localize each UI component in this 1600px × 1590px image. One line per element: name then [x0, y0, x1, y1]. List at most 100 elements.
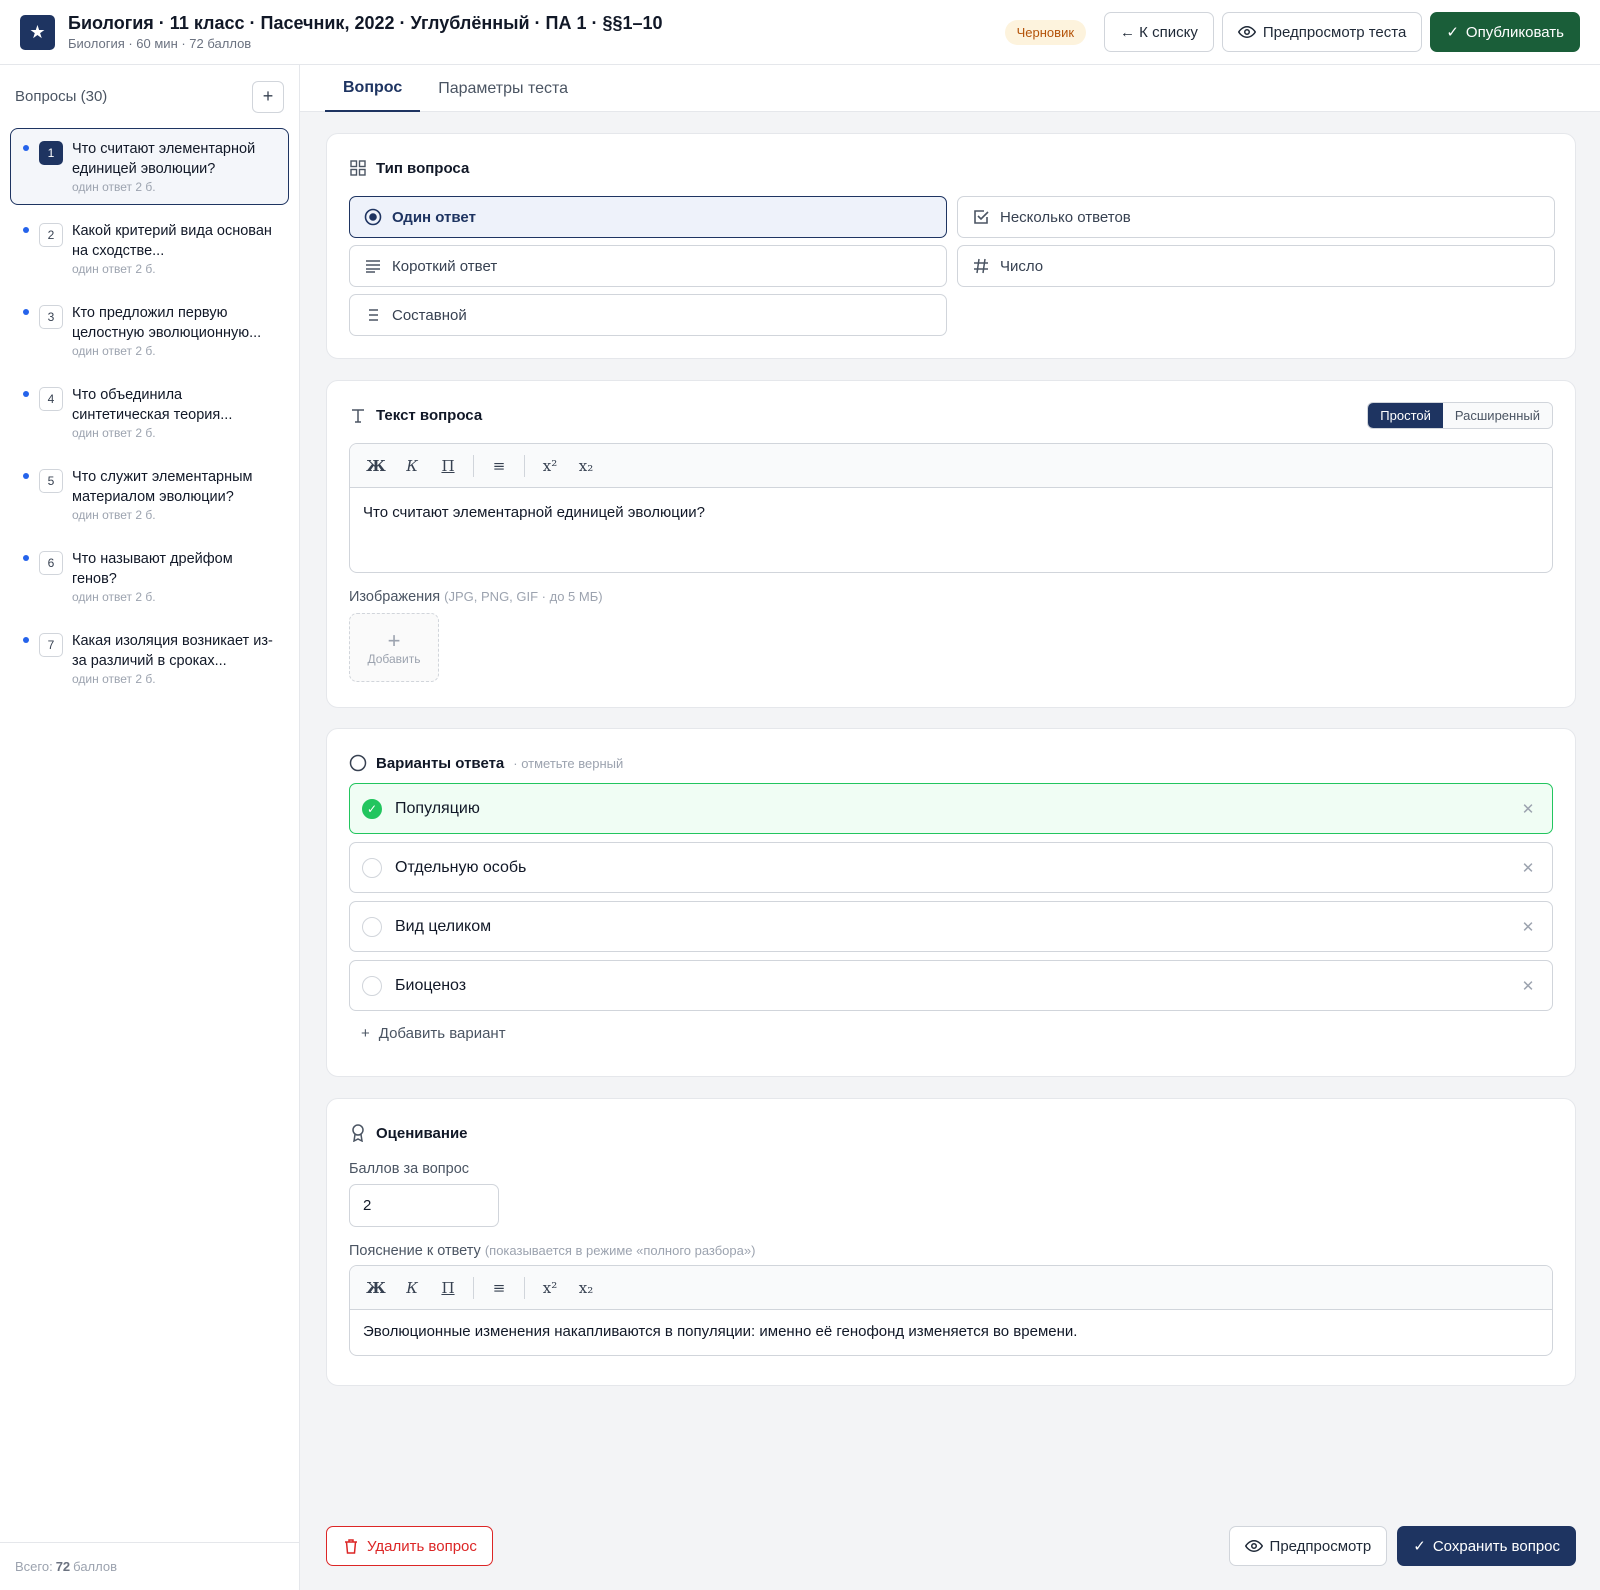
list-item[interactable]: 5 Что служит элементарным материалом эво… [10, 456, 289, 533]
list-item[interactable]: 3 Кто предложил первую целостную эволюци… [10, 292, 289, 369]
list-item[interactable]: 1 Что считают элементарной единицей эвол… [10, 128, 289, 205]
preview-test-button[interactable]: Предпросмотр теста [1221, 12, 1423, 52]
delete-question-button[interactable]: Удалить вопрос [326, 1526, 493, 1566]
list-item[interactable]: 7 Какая изоляция возникает из-за различи… [10, 620, 289, 697]
type-label: Один ответ [392, 208, 476, 226]
superscript-button[interactable]: x² [533, 451, 567, 481]
answer-text[interactable]: Популяцию [395, 800, 480, 818]
list-item[interactable]: 6 Что называют дрейфом генов? один ответ… [10, 538, 289, 615]
question-meta: один ответ 2 б. [72, 262, 156, 276]
editor-toolbar: Ж К П ≡ x² x₂ [350, 444, 1552, 488]
type-multiple-answers[interactable]: Несколько ответов [957, 196, 1555, 238]
check-icon: ✓ [1413, 1538, 1426, 1555]
underline-button[interactable]: П [431, 1273, 465, 1303]
preview-button[interactable]: Предпросмотр [1228, 1526, 1388, 1566]
checkbox-icon [972, 208, 990, 226]
header-actions: Черновик ← К списку Предпросмотр теста ✓… [1004, 12, 1580, 52]
italic-button[interactable]: К [395, 451, 429, 481]
bold-button[interactable]: Ж [359, 1273, 393, 1303]
add-question-button[interactable]: + [252, 80, 284, 113]
delete-label: Удалить вопрос [367, 1537, 477, 1555]
question-text: Что считают элементарной единицей эволюц… [72, 141, 256, 177]
italic-button[interactable]: К [395, 1273, 429, 1303]
list-button[interactable]: ≡ [482, 451, 516, 481]
subscript-button[interactable]: x₂ [569, 1273, 603, 1303]
answer-text[interactable]: Отдельную особь [395, 859, 526, 877]
answers-card: Варианты ответа · отметьте верный ✓ Попу… [326, 728, 1576, 1077]
explanation-label: Пояснение к ответу (показывается в режим… [349, 1243, 1553, 1259]
text-type-icon [349, 406, 367, 424]
answer-option[interactable]: ✓ Популяцию ✕ [349, 783, 1553, 834]
question-text-input[interactable]: Что считают элементарной единицей эволюц… [350, 488, 1552, 572]
question-editor: Ж К П ≡ x² x₂ Что считают элементарной е… [349, 443, 1553, 573]
explanation-input[interactable]: Эволюционные изменения накапливаются в п… [350, 1310, 1552, 1355]
answer-option[interactable]: Отдельную особь ✕ [349, 842, 1553, 893]
back-to-list-button[interactable]: ← К списку [1104, 12, 1214, 52]
radio-icon[interactable] [362, 916, 382, 937]
add-variant-button[interactable]: + Добавить вариант [361, 1025, 1553, 1042]
tab-bar: Вопрос Параметры теста [300, 65, 1600, 112]
subscript-button[interactable]: x₂ [569, 451, 603, 481]
preview-test-label: Предпросмотр теста [1262, 23, 1407, 41]
lines-icon [364, 257, 382, 275]
status-dot [23, 391, 29, 397]
list-item[interactable]: 2 Какой критерий вида основан на сходств… [10, 210, 289, 287]
remove-icon[interactable]: ✕ [1516, 918, 1540, 936]
correct-check-icon[interactable]: ✓ [362, 798, 382, 819]
answer-text[interactable]: Биоценоз [395, 977, 466, 995]
question-text: Какой критерий вида основан на сходстве.… [72, 223, 272, 259]
answer-option[interactable]: Биоценоз ✕ [349, 960, 1553, 1011]
list-item[interactable]: 4 Что объединила синтетическая теория...… [10, 374, 289, 451]
add-image-button[interactable]: + Добавить [349, 613, 439, 682]
radio-icon[interactable] [362, 975, 382, 996]
type-single-answer[interactable]: Один ответ [349, 196, 947, 238]
explanation-hint: (показывается в режиме «полного разбора»… [484, 1243, 756, 1258]
answers-title: Варианты ответа [376, 754, 505, 772]
grading-heading: Оценивание [349, 1121, 1553, 1145]
answers-hint: · отметьте верный [513, 755, 624, 771]
explanation-editor: Ж К П ≡ x² x₂ Эволюционные изменения нак… [349, 1265, 1553, 1356]
points-label: Баллов за вопрос [349, 1161, 470, 1177]
tab-question[interactable]: Вопрос [325, 65, 421, 112]
question-text-heading: Текст вопроса Простой Расширенный [349, 401, 1553, 429]
type-options: Один ответ Несколько ответов Короткий от… [349, 196, 1555, 336]
editor-toolbar: Ж К П ≡ x² x₂ [350, 1266, 1552, 1310]
page-title: Биология · 11 класс · Пасечник, 2022 · У… [68, 13, 663, 33]
mode-simple-button[interactable]: Простой [1368, 402, 1443, 428]
status-dot [23, 309, 29, 315]
trash-icon [342, 1537, 360, 1555]
images-hint: (JPG, PNG, GIF · до 5 МБ) [444, 589, 603, 604]
hash-icon [972, 257, 990, 275]
publish-button[interactable]: ✓ Опубликовать [1430, 12, 1580, 52]
radio-icon[interactable] [362, 857, 382, 878]
type-short-answer[interactable]: Короткий ответ [349, 245, 947, 287]
list-button[interactable]: ≡ [482, 1273, 516, 1303]
type-label: Короткий ответ [392, 257, 498, 275]
question-list: 1 Что считают элементарной единицей эвол… [0, 128, 299, 697]
status-dot [23, 637, 29, 643]
tab-test-settings[interactable]: Параметры теста [420, 65, 586, 112]
top-header: ★ Биология · 11 класс · Пасечник, 2022 ·… [0, 0, 1600, 65]
answer-text[interactable]: Вид целиком [395, 918, 491, 936]
type-label: Число [1000, 257, 1044, 275]
points-input[interactable]: 2 [349, 1184, 499, 1227]
remove-icon[interactable]: ✕ [1516, 800, 1540, 818]
underline-button[interactable]: П [431, 451, 465, 481]
grading-title: Оценивание [376, 1124, 468, 1142]
remove-icon[interactable]: ✕ [1516, 977, 1540, 995]
remove-icon[interactable]: ✕ [1516, 859, 1540, 877]
mode-extended-button[interactable]: Расширенный [1442, 402, 1552, 428]
list-icon [364, 306, 382, 324]
superscript-button[interactable]: x² [533, 1273, 567, 1303]
answer-option[interactable]: Вид целиком ✕ [349, 901, 1553, 952]
award-icon [349, 1124, 367, 1142]
bold-button[interactable]: Ж [359, 451, 393, 481]
save-question-button[interactable]: ✓ Сохранить вопрос [1397, 1526, 1576, 1566]
type-compound[interactable]: Составной [349, 294, 947, 336]
radio-icon [349, 754, 367, 772]
total-suffix: баллов [73, 1559, 118, 1574]
status-badge: Черновик [1004, 19, 1087, 45]
type-number[interactable]: Число [957, 245, 1555, 287]
status-dot [23, 555, 29, 561]
question-meta: один ответ 2 б. [72, 672, 156, 686]
